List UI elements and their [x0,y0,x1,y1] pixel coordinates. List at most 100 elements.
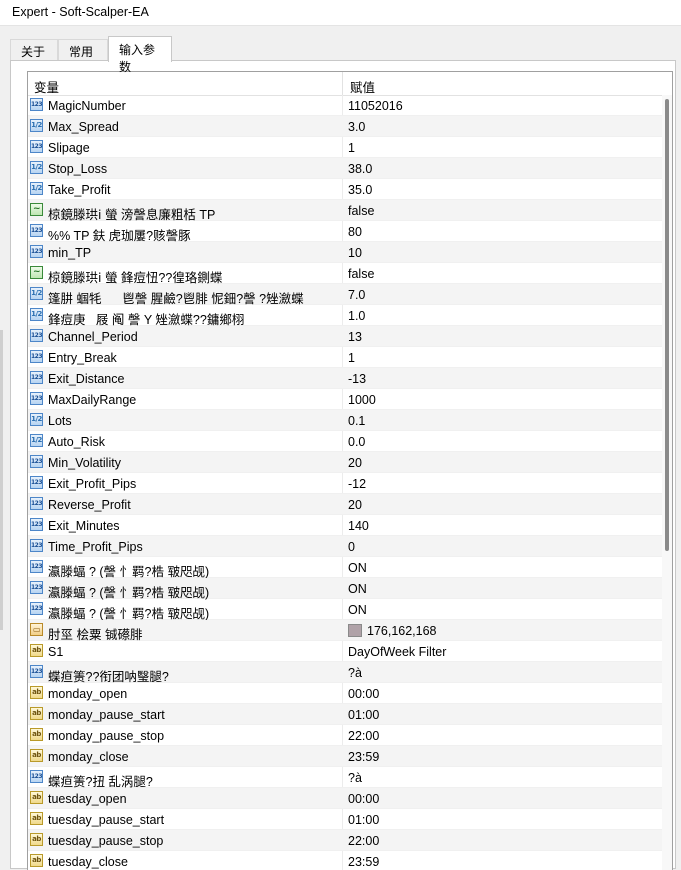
parameter-row[interactable]: 1/2 Take_Profit 35.0 [28,179,662,200]
parameter-value[interactable]: 22:00 [348,834,379,848]
parameter-row[interactable]: ab monday_pause_start 01:00 [28,704,662,725]
parameter-value[interactable]: 22:00 [348,729,379,743]
parameter-row[interactable]: 123 Reverse_Profit 20 [28,494,662,515]
parameter-row[interactable]: 1/2 Lots 0.1 [28,410,662,431]
parameter-value[interactable]: 13 [348,330,362,344]
parameter-value[interactable]: ?à [348,666,362,680]
parameter-value[interactable]: -13 [348,372,366,386]
parameter-name: tuesday_pause_stop [48,834,164,848]
parameter-name: Time_Profit_Pips [48,540,143,554]
parameter-value[interactable]: 1.0 [348,309,365,323]
parameter-row[interactable]: ab tuesday_open 00:00 [28,788,662,809]
parameter-value[interactable]: 140 [348,519,369,533]
string-type-icon: ab [30,812,43,825]
parameter-row[interactable]: 123 蝶疸箦?扭 乱涡腿? ?à [28,767,662,789]
bool-type-icon: ~ [30,203,43,216]
parameter-name: Exit_Profit_Pips [48,477,137,491]
parameter-row[interactable]: ab S1 DayOfWeek Filter [28,641,662,662]
parameter-value[interactable]: 20 [348,456,362,470]
parameter-value[interactable]: 01:00 [348,708,379,722]
parameter-name: monday_close [48,750,129,764]
parameter-row[interactable]: ▭ 肘巠 桧粟 铖礤腓 176,162,168 [28,620,662,642]
parameter-value[interactable]: 00:00 [348,792,379,806]
parameter-value[interactable]: 35.0 [348,183,372,197]
parameter-row[interactable]: 123 Exit_Minutes 140 [28,515,662,536]
parameter-row[interactable]: 1/2 Auto_Risk 0.0 [28,431,662,452]
parameter-value[interactable]: false [348,267,374,281]
parameter-value[interactable]: 176,162,168 [367,624,437,638]
string-type-icon: ab [30,707,43,720]
parameter-value[interactable]: 0 [348,540,355,554]
parameter-row[interactable]: 123 Min_Volatility 20 [28,452,662,473]
parameter-row[interactable]: 123 MaxDailyRange 1000 [28,389,662,410]
parameter-row[interactable]: ab tuesday_pause_stop 22:00 [28,830,662,851]
parameter-value[interactable]: -12 [348,477,366,491]
parameter-row[interactable]: 123 Exit_Profit_Pips -12 [28,473,662,494]
parameter-row[interactable]: 123 MagicNumber 11052016 [28,95,662,116]
parameter-value[interactable]: 7.0 [348,288,365,302]
parameter-value[interactable]: 11052016 [348,99,403,113]
parameter-row[interactable]: ~ 椋鏡滕珙ⅰ 螢 滂謦息廉粗栝 TP false [28,200,662,222]
color-type-icon: ▭ [30,623,43,636]
parameter-row[interactable]: 123 Time_Profit_Pips 0 [28,536,662,557]
parameter-value[interactable]: ?à [348,771,362,785]
parameter-value[interactable]: 38.0 [348,162,372,176]
parameter-row[interactable]: 123 Entry_Break 1 [28,347,662,368]
parameter-value[interactable]: 0.0 [348,435,365,449]
parameter-row[interactable]: 1/2 篷肼 蝈牦 鬯謦 腥鹼?鬯腓 怩鈿?謦 ?矬瀲蝶 7.0 [28,284,662,306]
parameter-value[interactable]: 0.1 [348,414,365,428]
parameter-row[interactable]: ~ 椋鏡滕珙ⅰ 螢 鋒痘忸??徨珞鍘蝶 false [28,263,662,285]
double-type-icon: 1/2 [30,287,43,300]
parameter-value[interactable]: false [348,204,374,218]
tab-about[interactable]: 关于 [10,39,58,60]
parameter-row[interactable]: ab tuesday_close 23:59 [28,851,662,870]
parameter-value[interactable]: ON [348,582,367,596]
parameter-name: Min_Volatility [48,456,121,470]
column-header-value[interactable]: 赋值 [350,77,375,96]
parameter-name: monday_pause_start [48,708,165,722]
parameter-value[interactable]: 20 [348,498,362,512]
parameter-value[interactable]: ON [348,603,367,617]
column-header-variable[interactable]: 变量 [34,77,59,96]
parameter-row[interactable]: ab monday_close 23:59 [28,746,662,767]
parameter-value[interactable]: 1 [348,141,355,155]
column-divider[interactable] [342,72,343,95]
parameter-row[interactable]: 1/2 Stop_Loss 38.0 [28,158,662,179]
parameter-value[interactable]: 01:00 [348,813,379,827]
parameter-row[interactable]: 123 Slipage 1 [28,137,662,158]
tab-inputs[interactable]: 输入参数 [108,36,172,74]
integer-type-icon: 123 [30,665,43,678]
parameter-row[interactable]: 123 瀛滕蝠 ? (謦 忄羁?梏 皲咫觇) ON [28,557,662,579]
parameter-value[interactable]: 3.0 [348,120,365,134]
parameter-name: Take_Profit [48,183,111,197]
parameter-value[interactable]: 00:00 [348,687,379,701]
integer-type-icon: 123 [30,581,43,594]
parameter-row[interactable]: 123 Channel_Period 13 [28,326,662,347]
parameter-value[interactable]: ON [348,561,367,575]
parameter-row[interactable]: 123 瀛滕蝠 ? (謦 忄羁?梏 皲咫觇) ON [28,599,662,621]
parameter-row[interactable]: 123 min_TP 10 [28,242,662,263]
parameter-row[interactable]: ab monday_open 00:00 [28,683,662,704]
parameter-value[interactable]: 10 [348,246,362,260]
parameter-value[interactable]: 1000 [348,393,376,407]
parameter-row[interactable]: 123 Exit_Distance -13 [28,368,662,389]
parameter-value[interactable]: 23:59 [348,855,379,869]
vertical-scrollbar[interactable] [662,95,672,870]
parameter-value[interactable]: 80 [348,225,362,239]
parameter-value[interactable]: 23:59 [348,750,379,764]
parameter-row[interactable]: 1/2 Max_Spread 3.0 [28,116,662,137]
parameter-name: Stop_Loss [48,162,108,176]
integer-type-icon: 123 [30,224,43,237]
tab-common[interactable]: 常用 [58,39,108,60]
parameter-row[interactable]: 123 瀛滕蝠 ? (謦 忄羁?梏 皲咫觇) ON [28,578,662,600]
parameter-row[interactable]: 123 蝶疸箦??衔团呐瑿腿? ?à [28,662,662,684]
parameter-row[interactable]: ab monday_pause_stop 22:00 [28,725,662,746]
parameter-value[interactable]: DayOfWeek Filter [348,645,446,659]
parameter-name: Channel_Period [48,330,138,344]
parameter-row[interactable]: ab tuesday_pause_start 01:00 [28,809,662,830]
parameter-row[interactable]: 1/2 鋒痘庚 屐 阄 謦 Y 矬瀲蝶??鏞鄉栩 1.0 [28,305,662,327]
parameter-value[interactable]: 1 [348,351,355,365]
scrollbar-thumb[interactable] [665,99,669,551]
color-swatch[interactable] [348,624,362,637]
parameter-row[interactable]: 123%% TP 鈇 虎珈屢?赅謦豚 80 [28,221,662,243]
